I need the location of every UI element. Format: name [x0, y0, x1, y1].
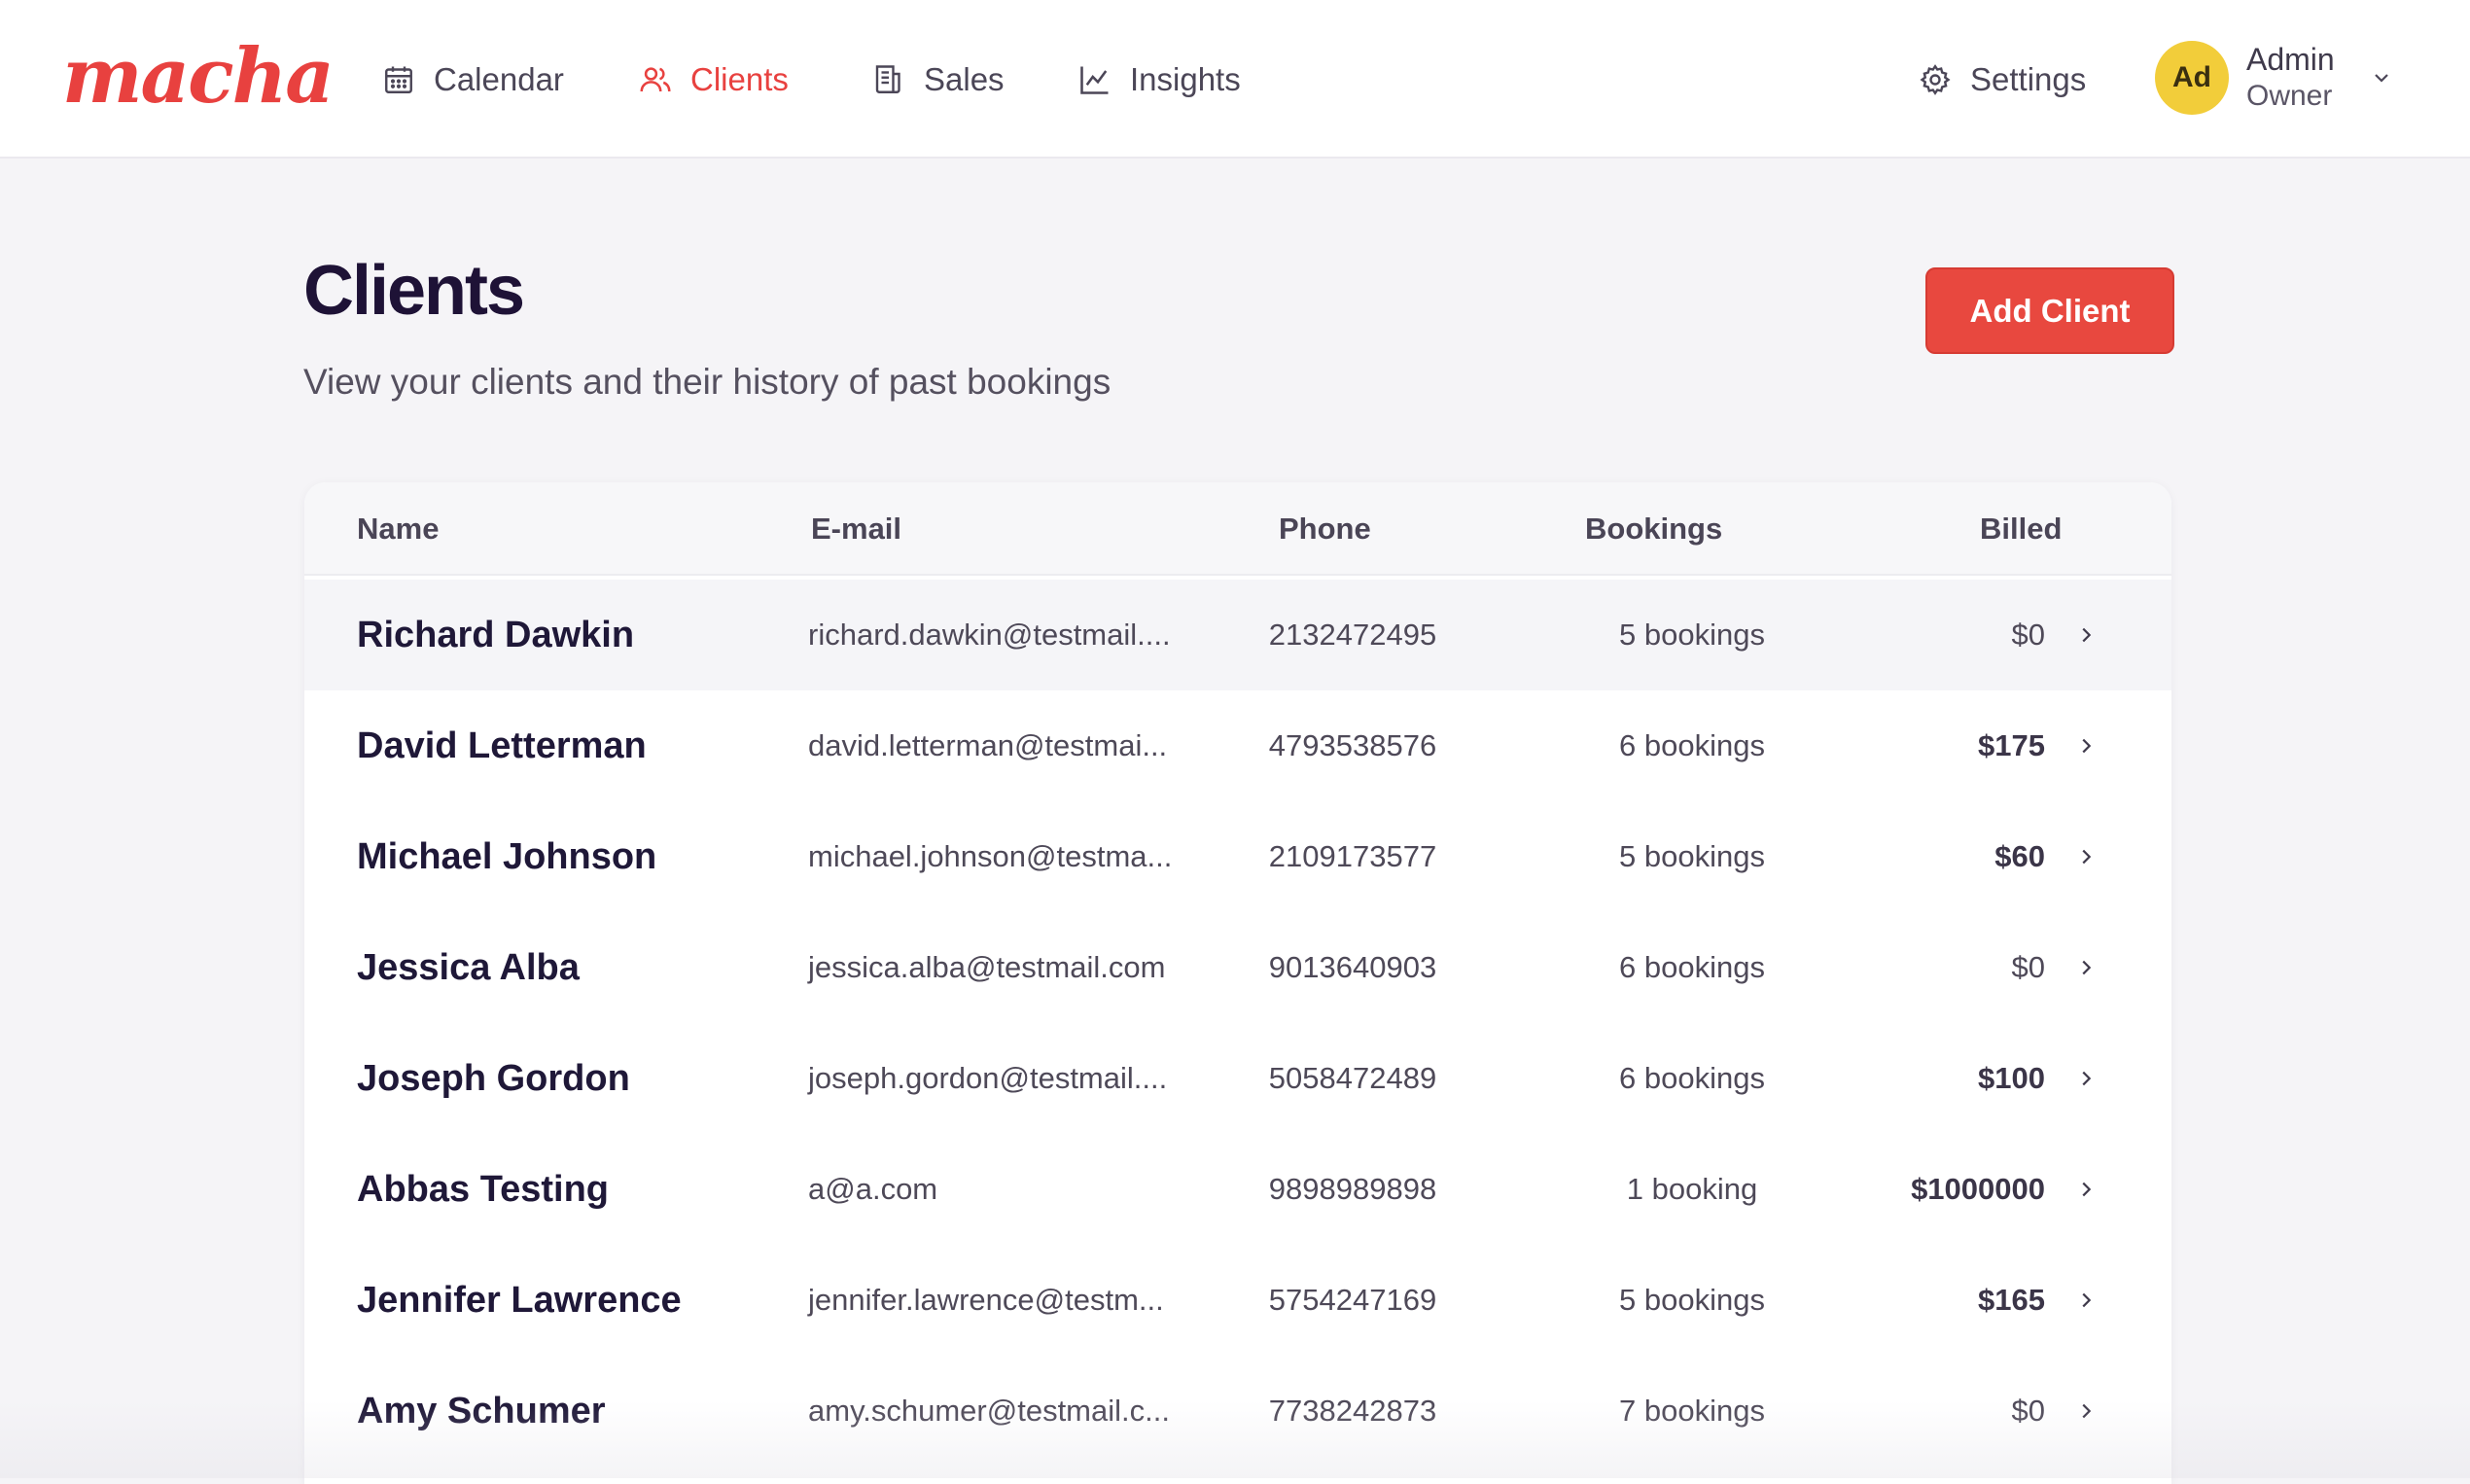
client-email: a@a.com: [808, 1172, 938, 1206]
add-client-button[interactable]: Add Client: [1925, 267, 2174, 354]
table-header: Name E-mail Phone Bookings Billed: [304, 482, 2171, 576]
client-bookings: 5 bookings: [1619, 1283, 1765, 1317]
client-phone: 2109173577: [1268, 839, 1437, 873]
table-row[interactable]: Richard Dawkin richard.dawkin@testmail..…: [304, 580, 2171, 690]
nav-item-insights[interactable]: Insights: [1077, 49, 1241, 111]
client-phone: 9898989898: [1268, 1172, 1437, 1206]
nav-item-settings[interactable]: Settings: [1918, 49, 2086, 111]
client-email: jessica.alba@testmail.com: [808, 950, 1166, 984]
column-header-name[interactable]: Name: [357, 512, 439, 547]
client-name: Joseph Gordon: [357, 1057, 630, 1099]
column-header-billed[interactable]: Billed: [1980, 512, 2062, 547]
client-name: Richard Dawkin: [357, 614, 635, 655]
user-menu[interactable]: Ad Admin Owner: [2155, 39, 2393, 117]
client-billed: $0: [2011, 1394, 2045, 1428]
line-chart-icon: [1077, 62, 1112, 97]
client-email: joseph.gordon@testmail....: [808, 1061, 1168, 1095]
client-phone: 9013640903: [1268, 950, 1437, 984]
client-phone: 2132472495: [1268, 618, 1437, 652]
client-name: Michael Johnson: [357, 835, 657, 877]
client-name: Amy Schumer: [357, 1390, 606, 1431]
calendar-icon: [381, 62, 416, 97]
nav-item-calendar[interactable]: Calendar: [381, 49, 564, 111]
chevron-right-icon[interactable]: [2074, 1356, 2098, 1466]
top-navigation-bar: macha Calendar Clients Sales Insights Se…: [0, 0, 2470, 159]
table-row[interactable]: Jessica Alba jessica.alba@testmail.com 9…: [304, 912, 2171, 1023]
chevron-right-icon[interactable]: [2074, 1023, 2098, 1134]
client-email: richard.dawkin@testmail....: [808, 618, 1171, 652]
page-title: Clients: [303, 252, 525, 330]
table-row[interactable]: Joseph Gordon joseph.gordon@testmail....…: [304, 1023, 2171, 1134]
client-phone: 5058472489: [1268, 1061, 1437, 1095]
client-bookings: 6 bookings: [1619, 1061, 1765, 1095]
client-phone: 4793538576: [1268, 728, 1437, 762]
column-header-bookings[interactable]: Bookings: [1585, 512, 1722, 547]
chevron-right-icon[interactable]: [2074, 801, 2098, 912]
table-row[interactable]: Jennifer Lawrence jennifer.lawrence@test…: [304, 1245, 2171, 1356]
table-row[interactable]: Abbas Testing a@a.com 9898989898 1 booki…: [304, 1134, 2171, 1245]
column-header-email[interactable]: E-mail: [811, 512, 901, 547]
client-billed: $165: [1978, 1283, 2045, 1317]
table-row[interactable]: Amy Schumer amy.schumer@testmail.c... 77…: [304, 1356, 2171, 1466]
client-email: michael.johnson@testma...: [808, 839, 1173, 873]
nav-label-sales: Sales: [924, 61, 1005, 97]
client-billed: $0: [2011, 618, 2045, 652]
client-name: Abbas Testing: [357, 1168, 609, 1210]
receipt-icon: [871, 62, 906, 97]
macha-logo[interactable]: macha: [62, 33, 335, 121]
chevron-right-icon[interactable]: [2074, 690, 2098, 801]
client-email: jennifer.lawrence@testm...: [808, 1283, 1164, 1317]
client-bookings: 1 booking: [1626, 1172, 1758, 1206]
chevron-right-icon[interactable]: [2074, 912, 2098, 1023]
user-role: Owner: [2246, 80, 2333, 112]
client-name: Jennifer Lawrence: [357, 1279, 682, 1321]
client-phone: 5754247169: [1268, 1283, 1437, 1317]
gear-icon: [1918, 62, 1953, 97]
client-bookings: 5 bookings: [1619, 839, 1765, 873]
nav-item-clients[interactable]: Clients: [638, 49, 789, 111]
client-bookings: 7 bookings: [1619, 1394, 1765, 1428]
client-bookings: 6 bookings: [1619, 728, 1765, 762]
client-name: Jessica Alba: [357, 946, 580, 988]
page-subtitle: View your clients and their history of p…: [303, 362, 1112, 402]
nav-label-clients: Clients: [690, 61, 789, 97]
user-name: Admin: [2246, 42, 2335, 77]
table-row[interactable]: Michael Johnson michael.johnson@testma..…: [304, 801, 2171, 912]
client-billed: $100: [1978, 1061, 2045, 1095]
client-billed: $175: [1978, 728, 2045, 762]
client-billed: $0: [2011, 950, 2045, 984]
nav-item-sales[interactable]: Sales: [871, 49, 1005, 111]
chevron-right-icon[interactable]: [2074, 580, 2098, 690]
nav-label-calendar: Calendar: [434, 61, 564, 97]
client-email: amy.schumer@testmail.c...: [808, 1394, 1170, 1428]
users-icon: [638, 62, 673, 97]
client-billed: $1000000: [1911, 1172, 2045, 1206]
client-bookings: 5 bookings: [1619, 618, 1765, 652]
nav-label-settings: Settings: [1970, 61, 2087, 97]
avatar: Ad: [2155, 41, 2229, 115]
chevron-right-icon[interactable]: [2074, 1245, 2098, 1356]
client-email: david.letterman@testmai...: [808, 728, 1168, 762]
chevron-right-icon[interactable]: [2074, 1134, 2098, 1245]
client-bookings: 6 bookings: [1619, 950, 1765, 984]
column-header-phone[interactable]: Phone: [1279, 512, 1371, 547]
nav-label-insights: Insights: [1130, 61, 1241, 97]
table-row[interactable]: David Letterman david.letterman@testmai.…: [304, 690, 2171, 801]
chevron-down-icon[interactable]: [2370, 66, 2393, 89]
client-name: David Letterman: [357, 724, 647, 766]
clients-table: Name E-mail Phone Bookings Billed Richar…: [304, 482, 2171, 1484]
client-phone: 7738242873: [1268, 1394, 1437, 1428]
client-billed: $60: [1994, 839, 2045, 873]
